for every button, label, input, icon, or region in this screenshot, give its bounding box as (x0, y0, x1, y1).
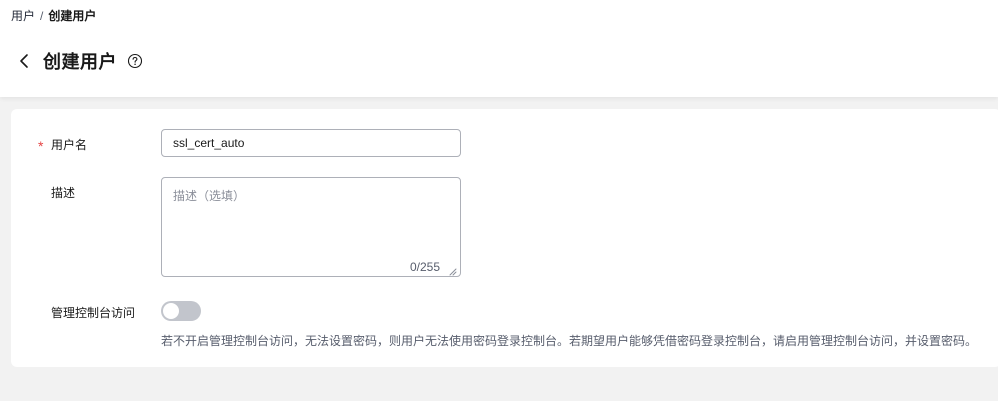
breadcrumb-separator: / (40, 9, 44, 23)
breadcrumb: 用户 / 创建用户 (11, 8, 96, 24)
console-access-toggle[interactable] (161, 301, 201, 321)
toggle-knob (163, 303, 179, 319)
description-label: 描述 (51, 186, 76, 200)
console-access-label: 管理控制台访问 (51, 306, 136, 320)
chevron-left-icon (20, 54, 28, 68)
char-counter: 0/255 (409, 260, 440, 274)
username-input[interactable] (161, 129, 461, 157)
required-indicator: * (38, 138, 44, 154)
resize-handle-icon[interactable] (447, 263, 457, 276)
page-header: 用户 / 创建用户 创建用户 (0, 0, 998, 97)
description-field: 0/255 (161, 177, 461, 277)
question-circle-icon (127, 53, 143, 69)
console-access-hint: 若不开启管理控制台访问，无法设置密码，则用户无法使用密码登录控制台。若期望用户能… (161, 334, 978, 348)
form-card: * 用户名 描述 0/255 管理控制台访问 若不开启管理控制台访问，无法设置密… (11, 109, 998, 367)
breadcrumb-users-link[interactable]: 用户 (11, 9, 35, 23)
title-row: 创建用户 (14, 46, 143, 76)
help-button[interactable] (127, 53, 143, 69)
page-title: 创建用户 (43, 52, 117, 72)
username-label: 用户名 (51, 138, 88, 152)
back-button[interactable] (14, 49, 34, 73)
breadcrumb-current: 创建用户 (48, 9, 97, 23)
